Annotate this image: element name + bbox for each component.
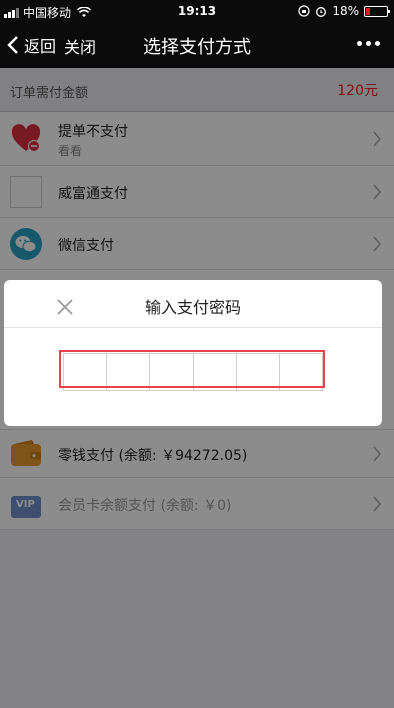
back-button[interactable]: 返回 xyxy=(6,33,56,57)
status-right: 18% xyxy=(298,4,390,18)
password-dialog: 输入支付密码 xyxy=(4,280,382,426)
password-input-highlight xyxy=(59,350,325,388)
more-menu-icon[interactable] xyxy=(357,41,380,46)
rotation-lock-icon xyxy=(298,5,310,17)
chevron-left-icon xyxy=(7,36,18,54)
battery-percent: 18% xyxy=(332,4,359,18)
dialog-divider xyxy=(4,327,382,328)
page-title: 选择支付方式 xyxy=(143,37,251,58)
battery-icon xyxy=(364,5,390,17)
nav-bar: 返回 关闭 选择支付方式 xyxy=(0,22,394,68)
back-label: 返回 xyxy=(24,37,57,56)
close-button[interactable]: 关闭 xyxy=(64,34,96,58)
dialog-title: 输入支付密码 xyxy=(144,298,241,317)
alarm-icon xyxy=(316,7,327,17)
status-bar: 中国移动 19:13 18% xyxy=(0,0,394,22)
